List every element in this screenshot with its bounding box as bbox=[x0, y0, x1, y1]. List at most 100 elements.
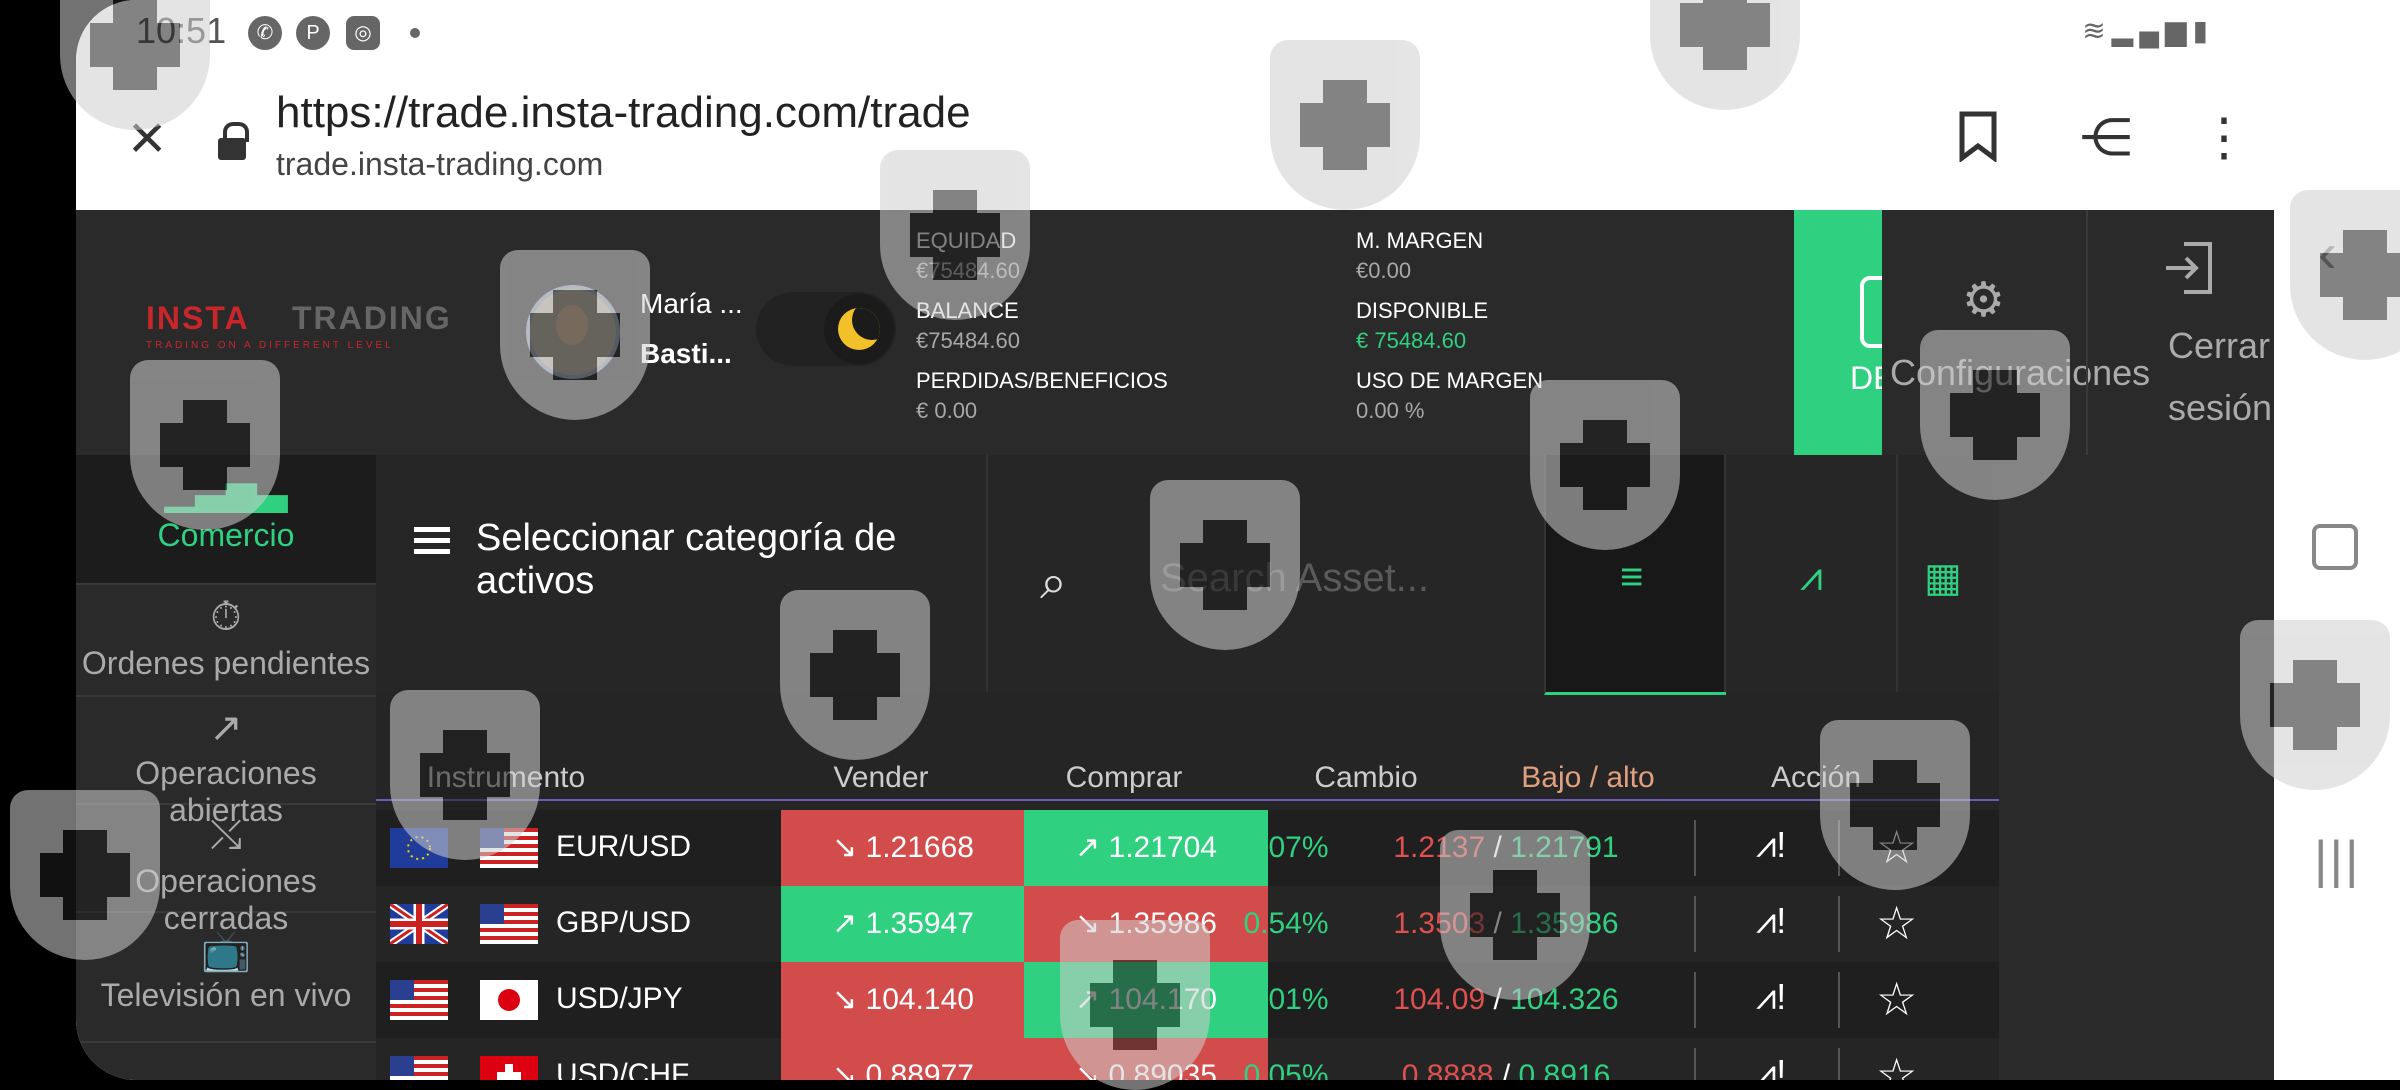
browser-url-bar: × https://trade.insta-trading.com/trade … bbox=[76, 66, 2274, 210]
battery-icon: ▮ bbox=[2192, 15, 2214, 46]
sidebar-item-operaciones-abiertas[interactable]: ↗ Operaciones abiertas bbox=[76, 697, 376, 828]
arrow-down-icon: ↘ bbox=[832, 983, 858, 1016]
table-row[interactable]: USD/JPY ↘ 104.140 ↗ 104.170 0.01% 104.09… bbox=[376, 962, 1999, 1038]
tv-icon: 📺 bbox=[201, 929, 251, 973]
table-header: Instrumento Vender Comprar Cambio Bajo /… bbox=[376, 755, 1999, 801]
available-label: DISPONIBLE bbox=[1356, 298, 1489, 323]
low-high: 0.8888 / 0.8916 bbox=[1336, 1038, 1676, 1080]
back-icon[interactable]: ‹ bbox=[2318, 220, 2337, 285]
margin-use-label: USO DE MARGEN bbox=[1356, 368, 1544, 393]
favorite-star-icon[interactable]: ☆ bbox=[1876, 896, 1917, 950]
android-nav-bar: ‹ ||| bbox=[2274, 0, 2400, 1080]
status-bar: 10:51 ✆ P ◎ ≋▂▄▆▮ bbox=[76, 0, 2274, 66]
logout-icon bbox=[2166, 242, 2212, 294]
ch-flag-icon bbox=[480, 1056, 538, 1080]
demo-label: DE bbox=[1850, 360, 1882, 396]
table-row[interactable]: USD/CHF ↘ 0.88977 ↘ 0.89035 0.05% 0.8888… bbox=[376, 1038, 1999, 1080]
sell-price-button[interactable]: ↘ 0.88977 bbox=[781, 1038, 1025, 1080]
sidebar-item-ordenes-pendientes[interactable]: ⏱ Ordenes pendientes bbox=[76, 585, 376, 697]
instrument-name: GBP/USD bbox=[556, 906, 692, 939]
high-value: 1.21791 bbox=[1510, 831, 1619, 864]
search-icon[interactable]: ⌕ bbox=[1040, 555, 1067, 611]
bookmark-icon[interactable] bbox=[1958, 110, 1998, 162]
logo-tagline: TRADING ON A DIFFERENT LEVEL bbox=[146, 340, 394, 351]
share-icon[interactable]: ⋲ bbox=[2080, 110, 2136, 166]
sell-price-button[interactable]: ↘ 1.21668 bbox=[781, 810, 1025, 886]
trend-alert-icon[interactable]: ⩘! bbox=[1756, 900, 1786, 943]
high-value: 1.35986 bbox=[1510, 907, 1619, 940]
trend-alert-icon[interactable]: ⩘! bbox=[1756, 824, 1786, 867]
equity-value: €75484.60 bbox=[916, 258, 1020, 283]
sidebar-item-comercio[interactable]: ▁▃▅▃ Comercio bbox=[76, 455, 379, 585]
trend-alert-icon[interactable]: ⩘! bbox=[1756, 976, 1786, 1019]
table-row[interactable]: GBP/USD ↗ 1.35947 ↘ 1.35986 0.54% 1.3503… bbox=[376, 886, 1999, 962]
col-vender: Vender bbox=[833, 761, 929, 794]
signal-icon: ▂▄▆ bbox=[2111, 15, 2193, 46]
sell-price-button[interactable]: ↘ 104.140 bbox=[781, 962, 1025, 1038]
instrument-name: USD/JPY bbox=[556, 982, 683, 1015]
logout-button[interactable]: Cerrar sesión bbox=[2086, 210, 2274, 455]
recents-icon[interactable]: ||| bbox=[2314, 830, 2361, 890]
avatar[interactable] bbox=[526, 285, 620, 379]
more-menu-icon[interactable]: ⋮ bbox=[2198, 110, 2250, 166]
wifi-icon: ≋ bbox=[2082, 15, 2112, 46]
close-icon[interactable]: × bbox=[112, 102, 182, 172]
sell-price: 1.35947 bbox=[865, 907, 974, 940]
sidebar-item-label: Televisión en vivo bbox=[100, 977, 352, 1013]
home-icon[interactable] bbox=[2312, 524, 2358, 570]
col-accion: Acción bbox=[1770, 761, 1862, 794]
url-text[interactable]: https://trade.insta-trading.com/trade bbox=[276, 88, 971, 138]
arrow-down-icon: ↘ bbox=[832, 831, 858, 864]
chart-view-button[interactable]: ⩘ bbox=[1724, 455, 1906, 692]
search-input[interactable] bbox=[1158, 547, 1462, 609]
col-comprar: Comprar bbox=[1065, 761, 1183, 794]
instrument-name: USD/CHF bbox=[556, 1058, 690, 1080]
whatsapp-icon: ✆ bbox=[248, 16, 282, 50]
closed-trade-icon: ⤯ bbox=[210, 813, 242, 857]
col-bajo-alto: Bajo / alto bbox=[1521, 761, 1655, 794]
asset-category-button[interactable]: Seleccionar categoría de activos bbox=[376, 455, 986, 692]
asset-search: ⌕ bbox=[986, 455, 1468, 692]
grid-view-button[interactable]: ▦ bbox=[1896, 455, 2001, 692]
demo-button[interactable]: DE bbox=[1794, 210, 1882, 455]
pinterest-icon: P bbox=[296, 16, 330, 50]
sell-price: 1.21668 bbox=[865, 831, 974, 864]
jp-flag-icon bbox=[480, 980, 538, 1020]
sell-price: 0.88977 bbox=[865, 1059, 974, 1080]
url-host: trade.insta-trading.com bbox=[276, 146, 604, 182]
arrow-down-icon: ↘ bbox=[832, 1059, 858, 1080]
arrow-up-icon: ↗ bbox=[1075, 831, 1101, 864]
sell-price-button[interactable]: ↗ 1.35947 bbox=[781, 886, 1025, 962]
status-time: 10:51 bbox=[136, 10, 227, 51]
insta-trading-logo[interactable]: INSTA TRADING TRADING ON A DIFFERENT LEV… bbox=[146, 300, 450, 380]
table-row[interactable]: EUR/USD ↘ 1.21668 ↗ 1.21704 0.07% 1.2137… bbox=[376, 810, 1999, 886]
dot-icon bbox=[410, 28, 420, 38]
right-empty-pane bbox=[1999, 455, 2274, 1080]
sidebar-item-operaciones-cerradas[interactable]: ⤯ Operaciones cerradas bbox=[76, 805, 376, 936]
low-value: 1.2137 bbox=[1393, 831, 1486, 864]
hamburger-icon bbox=[414, 527, 450, 555]
list-view-button[interactable]: ≡ bbox=[1544, 455, 1726, 695]
sell-price: 104.140 bbox=[865, 983, 974, 1016]
us-flag-icon bbox=[480, 828, 538, 868]
logout-label-line2: sesión bbox=[2168, 387, 2273, 428]
sidebar-item-television-en-vivo[interactable]: 📺 Televisión en vivo bbox=[76, 913, 376, 1043]
dark-mode-toggle[interactable] bbox=[756, 292, 896, 366]
favorite-star-icon[interactable]: ☆ bbox=[1876, 1048, 1917, 1080]
arrow-down-icon: ↘ bbox=[1075, 1059, 1101, 1080]
user-first-name: María ... bbox=[640, 288, 743, 319]
logo-text-insta: INSTA bbox=[146, 300, 250, 336]
trend-alert-icon[interactable]: ⩘! bbox=[1756, 1052, 1786, 1080]
logo-text-trading: TRADING bbox=[292, 300, 452, 336]
pl-label: PERDIDAS/BENEFICIOS bbox=[916, 368, 1168, 393]
high-value: 104.326 bbox=[1510, 983, 1619, 1016]
favorite-star-icon[interactable]: ☆ bbox=[1876, 972, 1917, 1026]
balance-label: BALANCE bbox=[916, 298, 1019, 323]
us-flag-icon bbox=[480, 904, 538, 944]
settings-button[interactable]: ⚙ Configuraciones bbox=[1882, 210, 2150, 455]
line-chart-icon: ⩘ bbox=[1800, 555, 1823, 599]
us-flag-icon bbox=[390, 1056, 448, 1080]
chart-bars-icon: ▁▃▅▃ bbox=[164, 468, 288, 512]
favorite-star-icon[interactable]: ☆ bbox=[1876, 820, 1917, 874]
phone-screen: 10:51 ✆ P ◎ ≋▂▄▆▮ × https://trade.insta-… bbox=[76, 0, 2274, 1080]
